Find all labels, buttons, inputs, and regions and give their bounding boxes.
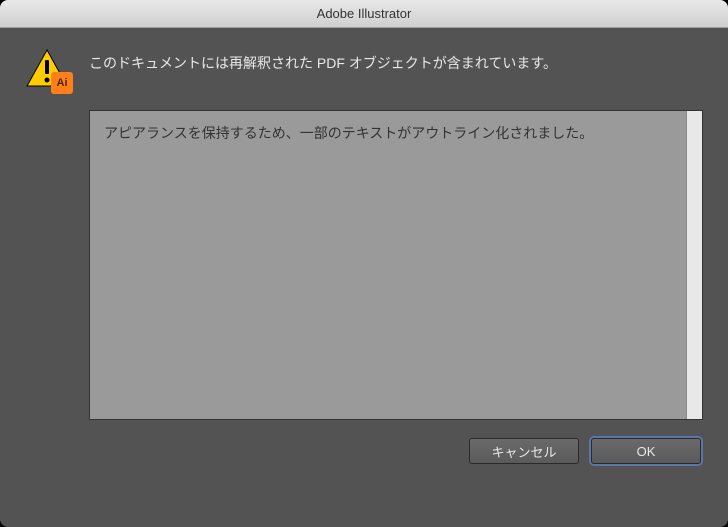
- dialog-body: Ai このドキュメントには再解釈された PDF オブジェクトが含まれています。 …: [0, 28, 728, 527]
- ok-button[interactable]: OK: [591, 438, 701, 464]
- ai-app-badge-icon: Ai: [51, 72, 73, 94]
- detail-textbox: アピアランスを保持するため、一部のテキストがアウトライン化されました。: [89, 110, 703, 420]
- titlebar-title: Adobe Illustrator: [317, 6, 412, 21]
- detail-content: アピアランスを保持するため、一部のテキストがアウトライン化されました。: [90, 111, 686, 419]
- titlebar: Adobe Illustrator: [0, 0, 728, 28]
- cancel-button[interactable]: キャンセル: [469, 438, 579, 464]
- warning-message: このドキュメントには再解釈された PDF オブジェクトが含まれています。: [89, 48, 557, 76]
- dialog-window: Adobe Illustrator Ai このドキュメントには再解釈された PD…: [0, 0, 728, 527]
- button-row: キャンセル OK: [25, 438, 703, 464]
- ai-badge-text: Ai: [57, 77, 68, 89]
- message-row: Ai このドキュメントには再解釈された PDF オブジェクトが含まれています。: [25, 48, 703, 92]
- warning-icon: Ai: [25, 48, 69, 92]
- scrollbar[interactable]: [686, 111, 702, 419]
